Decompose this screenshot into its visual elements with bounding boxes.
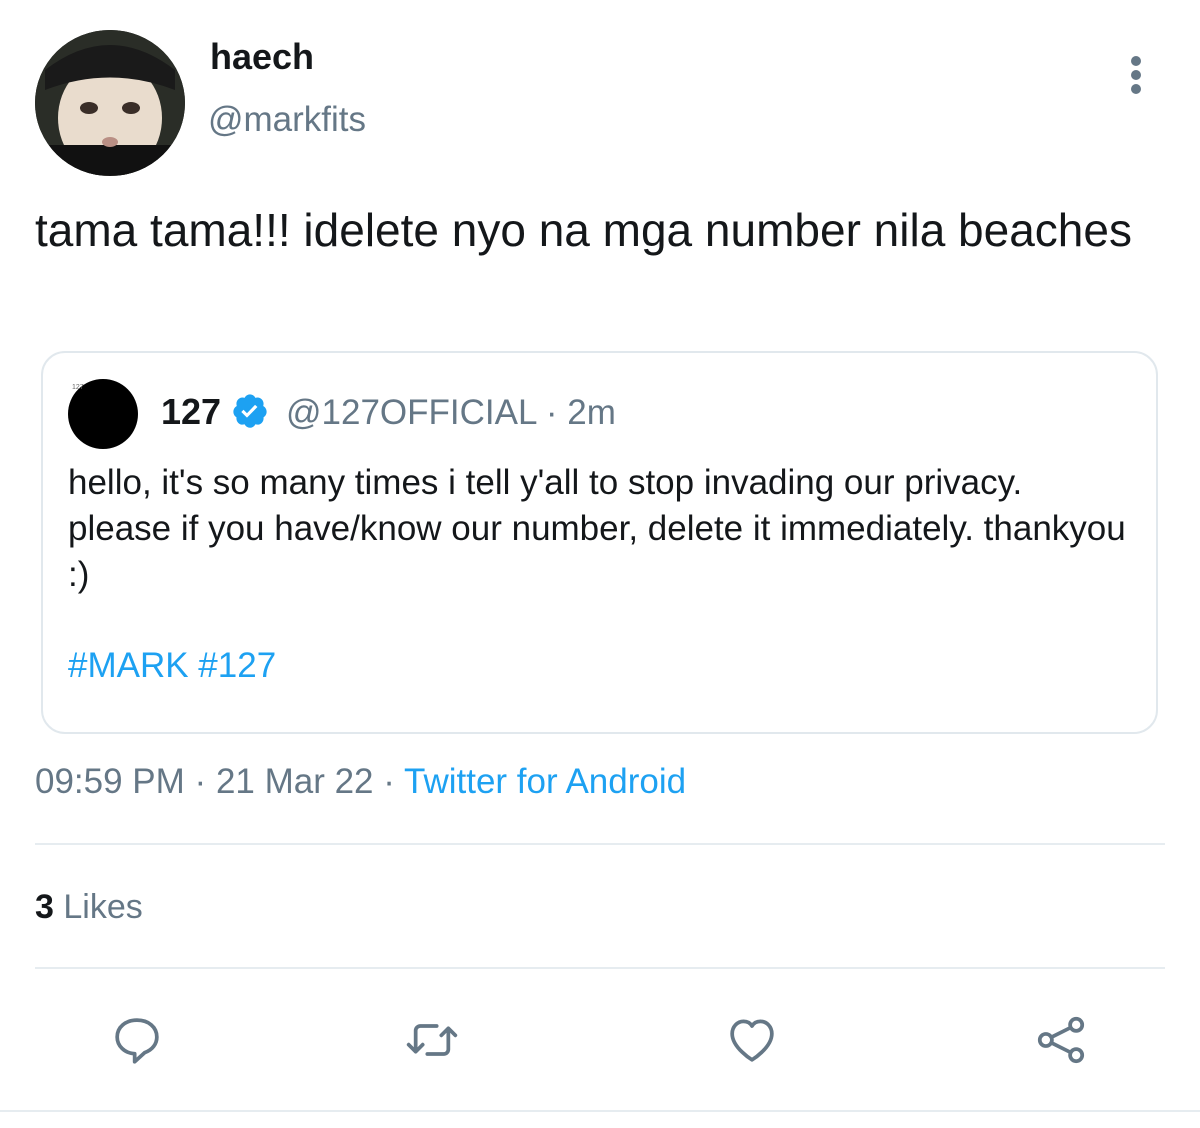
user-avatar[interactable] [35,30,185,176]
quoted-hashtags[interactable]: #MARK #127 [68,646,276,686]
reply-icon [115,1018,159,1064]
tweet-time: 09:59 PM [35,762,185,801]
likes-label: Likes [63,888,143,926]
quoted-display-name[interactable]: 127 [161,391,221,433]
retweet-icon [406,1024,458,1056]
divider [0,1110,1200,1112]
avatar-photo [35,30,185,176]
tweet-timestamp-row: 09:59 PM · 21 Mar 22 · Twitter for Andro… [35,762,686,802]
quoted-tweet-text: hello, it's so many times i tell y'all t… [68,463,1126,594]
separator: · [194,762,207,801]
likes-count: 3 [35,888,54,926]
tweet-text: tama tama!!! idelete nyo na mga number n… [35,204,1132,256]
separator: · [383,762,395,801]
user-handle[interactable]: @markfits [208,100,366,140]
heart-icon [730,1019,774,1062]
quoted-handle-time[interactable]: @127OFFICIAL · 2m [286,393,616,433]
quoted-tweet-card[interactable]: 127 127 @127OFFICIAL · 2m hello, it's so… [41,351,1158,734]
divider [35,967,1165,969]
tweet-date: 21 Mar 22 [215,762,374,801]
more-vertical-icon[interactable] [1120,50,1156,100]
reply-button[interactable] [109,1012,165,1068]
tweet-source-link[interactable]: Twitter for Android [404,762,686,801]
like-button[interactable] [724,1012,780,1068]
share-button[interactable] [1033,1012,1089,1068]
quoted-avatar-logo: 127 [72,384,84,391]
display-name[interactable]: haech [210,36,314,78]
verified-badge-icon [233,394,267,428]
retweet-button[interactable] [404,1012,460,1068]
divider [35,843,1165,845]
likes-summary[interactable]: 3 Likes [35,888,143,927]
share-icon [1037,1016,1085,1064]
